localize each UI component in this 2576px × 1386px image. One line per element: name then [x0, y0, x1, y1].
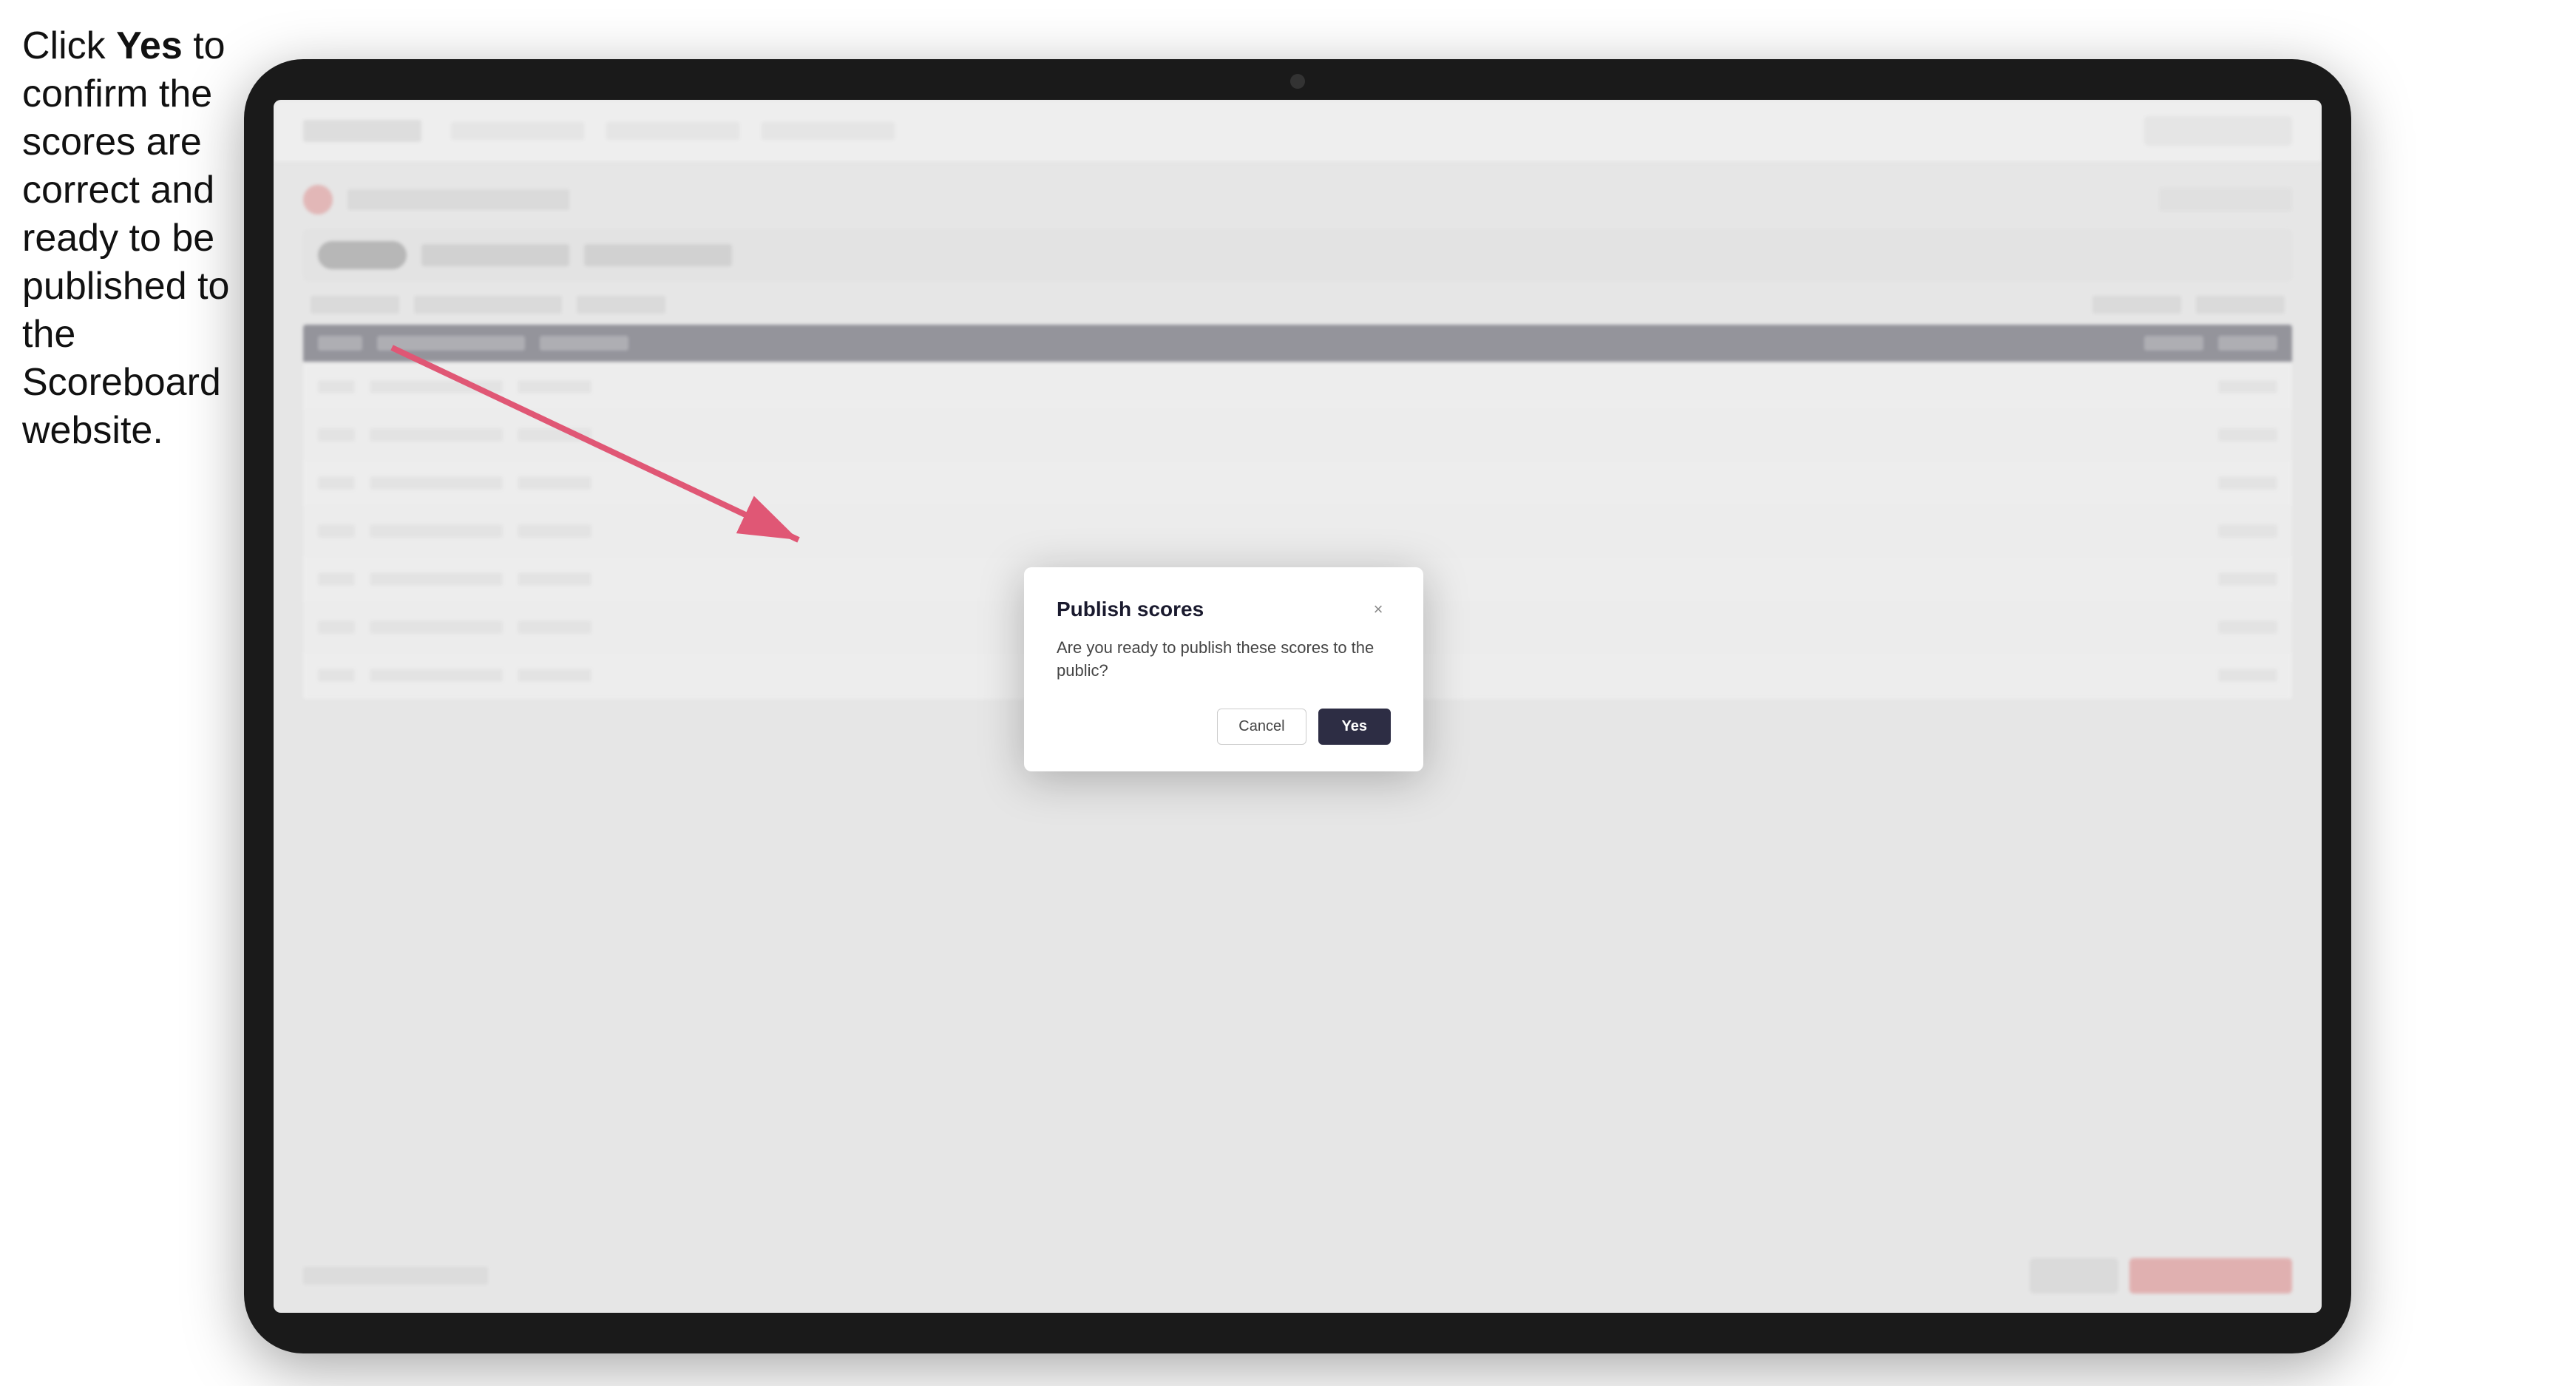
modal-body-text: Are you ready to publish these scores to…: [1057, 637, 1391, 683]
tablet-screen: Publish scores × Are you ready to publis…: [274, 100, 2322, 1313]
modal-overlay: Publish scores × Are you ready to publis…: [274, 100, 2322, 1313]
modal-header: Publish scores ×: [1057, 597, 1391, 622]
modal-close-button[interactable]: ×: [1366, 597, 1391, 622]
yes-button[interactable]: Yes: [1318, 709, 1391, 745]
instruction-text: Click Yes to confirm the scores are corr…: [22, 22, 244, 455]
cancel-button[interactable]: Cancel: [1217, 709, 1306, 745]
tablet-camera: [1290, 74, 1305, 89]
modal-footer: Cancel Yes: [1057, 709, 1391, 745]
tablet-device: Publish scores × Are you ready to publis…: [244, 59, 2351, 1353]
modal-dialog: Publish scores × Are you ready to publis…: [1024, 567, 1423, 772]
modal-title: Publish scores: [1057, 598, 1204, 621]
